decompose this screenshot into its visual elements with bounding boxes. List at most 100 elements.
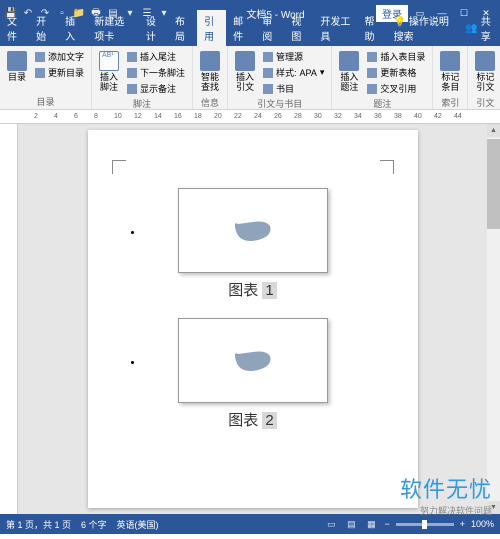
margin-corner-tl [112, 160, 126, 174]
caption-2[interactable]: 图表 2 [118, 409, 388, 430]
update-toc-button[interactable]: 更新目录 [33, 65, 86, 80]
caption-1[interactable]: 图表 1 [118, 279, 388, 300]
new-icon[interactable]: ▫ [55, 6, 69, 20]
save-icon[interactable]: 💾 [4, 6, 18, 20]
lookup-icon [200, 51, 220, 71]
biblio-icon [263, 84, 273, 94]
tab-dev[interactable]: 开发工具 [313, 10, 357, 46]
scroll-up-icon[interactable]: ▲ [487, 124, 500, 137]
bullet-icon [131, 361, 134, 364]
qat-custom-icon[interactable]: ▾ [157, 6, 171, 20]
zoom-level[interactable]: 100% [471, 519, 494, 529]
print-layout-icon[interactable]: ▤ [344, 517, 358, 531]
bibliography-button[interactable]: 书目 [261, 81, 326, 96]
index-icon [440, 51, 460, 71]
group-footnote: AB¹插入脚注 插入尾注 下一条脚注 显示备注 脚注 [92, 46, 193, 109]
share-icon: 👥 [465, 23, 477, 34]
mark-entry-button[interactable]: 标记 条目 [438, 49, 462, 95]
status-bar: 第 1 页，共 1 页 6 个字 英语(美国) ▭ ▤ ▦ − + 100% [0, 514, 500, 534]
tab-references[interactable]: 引用 [197, 10, 226, 46]
toa-icon [475, 51, 495, 71]
smart-lookup-button[interactable]: 智能 查找 [198, 49, 222, 95]
figure-1-canvas[interactable] [178, 188, 328, 273]
qat-more-icon[interactable]: ▾ [123, 6, 137, 20]
add-text-icon [35, 52, 45, 62]
caption-icon [339, 51, 359, 71]
next-icon [127, 68, 137, 78]
tab-help[interactable]: 帮助 [358, 10, 387, 46]
group-toc: 目录 添加文字 更新目录 目录 [0, 46, 92, 109]
style-dropdown[interactable]: 样式: APA ▾ [261, 65, 326, 80]
web-layout-icon[interactable]: ▦ [364, 517, 378, 531]
vertical-scrollbar[interactable]: ▲ ▼ [487, 124, 500, 514]
show-icon [127, 84, 137, 94]
tab-layout[interactable]: 布局 [168, 10, 197, 46]
group-toa: 标记引文 引文目录 [468, 46, 500, 109]
insert-caption-button[interactable]: 插入题注 [337, 49, 361, 95]
show-notes-button[interactable]: 显示备注 [125, 81, 187, 96]
next-footnote-button[interactable]: 下一条脚注 [125, 65, 187, 80]
bullet-icon [131, 231, 134, 234]
ribbon: 目录 添加文字 更新目录 目录 AB¹插入脚注 插入尾注 下一条脚注 显示备注 … [0, 46, 500, 110]
manage-sources-button[interactable]: 管理源 [261, 49, 326, 64]
add-text-button[interactable]: 添加文字 [33, 49, 86, 64]
group-citation: 插入引文 管理源 样式: APA ▾ 书目 引文与书目 [228, 46, 332, 109]
horizontal-ruler[interactable]: 2468101214161820222426283032343638404244 [0, 110, 500, 124]
insert-tof-button[interactable]: 插入表目录 [365, 49, 427, 64]
group-caption: 插入题注 插入表目录 更新表格 交叉引用 题注 [332, 46, 433, 109]
zoom-out-icon[interactable]: − [384, 519, 389, 529]
update-icon [35, 68, 45, 78]
group-lookup: 智能 查找 信息检索 [193, 46, 228, 109]
tell-me[interactable]: 💡 操作说明搜索 [387, 10, 458, 46]
language-indicator[interactable]: 英语(美国) [117, 518, 159, 531]
insert-citation-button[interactable]: 插入引文 [233, 49, 257, 95]
tab-view[interactable]: 视图 [284, 10, 313, 46]
word-count[interactable]: 6 个字 [81, 518, 107, 531]
update-tof-icon [367, 68, 377, 78]
cross-ref-button[interactable]: 交叉引用 [365, 81, 427, 96]
footnote-icon: AB¹ [99, 51, 119, 71]
watermark: 软件无忧 努力解决软件问题 [400, 472, 492, 517]
share-button[interactable]: 👥共享 [457, 10, 500, 46]
update-tof-button[interactable]: 更新表格 [365, 65, 427, 80]
scroll-track[interactable] [487, 137, 500, 501]
ribbon-tabs: 文件 开始 插入 新建选项卡 设计 布局 引用 邮件 审阅 视图 开发工具 帮助… [0, 26, 500, 46]
toc-icon [7, 51, 27, 71]
open-icon[interactable]: 📁 [72, 6, 86, 20]
zoom-slider[interactable] [396, 523, 454, 526]
insert-footnote-button[interactable]: AB¹插入脚注 [97, 49, 121, 95]
citation-icon [235, 51, 255, 71]
read-mode-icon[interactable]: ▭ [324, 517, 338, 531]
xref-icon [367, 84, 377, 94]
style-icon [263, 68, 273, 78]
tab-review[interactable]: 审阅 [255, 10, 284, 46]
touch-mode-icon[interactable]: ☰ [140, 6, 154, 20]
toc-button[interactable]: 目录 [5, 49, 29, 85]
document-page[interactable]: 图表 1 图表 2 [88, 130, 418, 508]
field-number: 1 [262, 282, 276, 299]
tab-mail[interactable]: 邮件 [226, 10, 255, 46]
figure-2-canvas[interactable] [178, 318, 328, 403]
zoom-in-icon[interactable]: + [460, 519, 465, 529]
scroll-thumb[interactable] [487, 139, 500, 229]
zoom-thumb[interactable] [422, 520, 427, 529]
page-indicator[interactable]: 第 1 页，共 1 页 [6, 518, 71, 531]
endnote-icon [127, 52, 137, 62]
manage-icon [263, 52, 273, 62]
figure-1: 图表 1 [118, 188, 388, 300]
undo-icon[interactable]: ↶ [21, 6, 35, 20]
preview-icon[interactable]: ▤ [106, 6, 120, 20]
shape-1[interactable] [228, 216, 278, 246]
redo-icon[interactable]: ↷ [38, 6, 52, 20]
margin-corner-tr [380, 160, 394, 174]
mark-citation-button[interactable]: 标记引文 [473, 49, 497, 95]
shape-2[interactable] [228, 346, 278, 376]
figure-2: 图表 2 [118, 318, 388, 430]
field-number: 2 [262, 412, 276, 429]
group-index: 标记 条目 索引 [433, 46, 468, 109]
vertical-ruler[interactable] [0, 124, 18, 514]
tof-icon [367, 52, 377, 62]
insert-endnote-button[interactable]: 插入尾注 [125, 49, 187, 64]
print-icon[interactable]: 🖶 [89, 6, 103, 20]
document-area: 图表 1 图表 2 ▲ ▼ [0, 124, 500, 514]
